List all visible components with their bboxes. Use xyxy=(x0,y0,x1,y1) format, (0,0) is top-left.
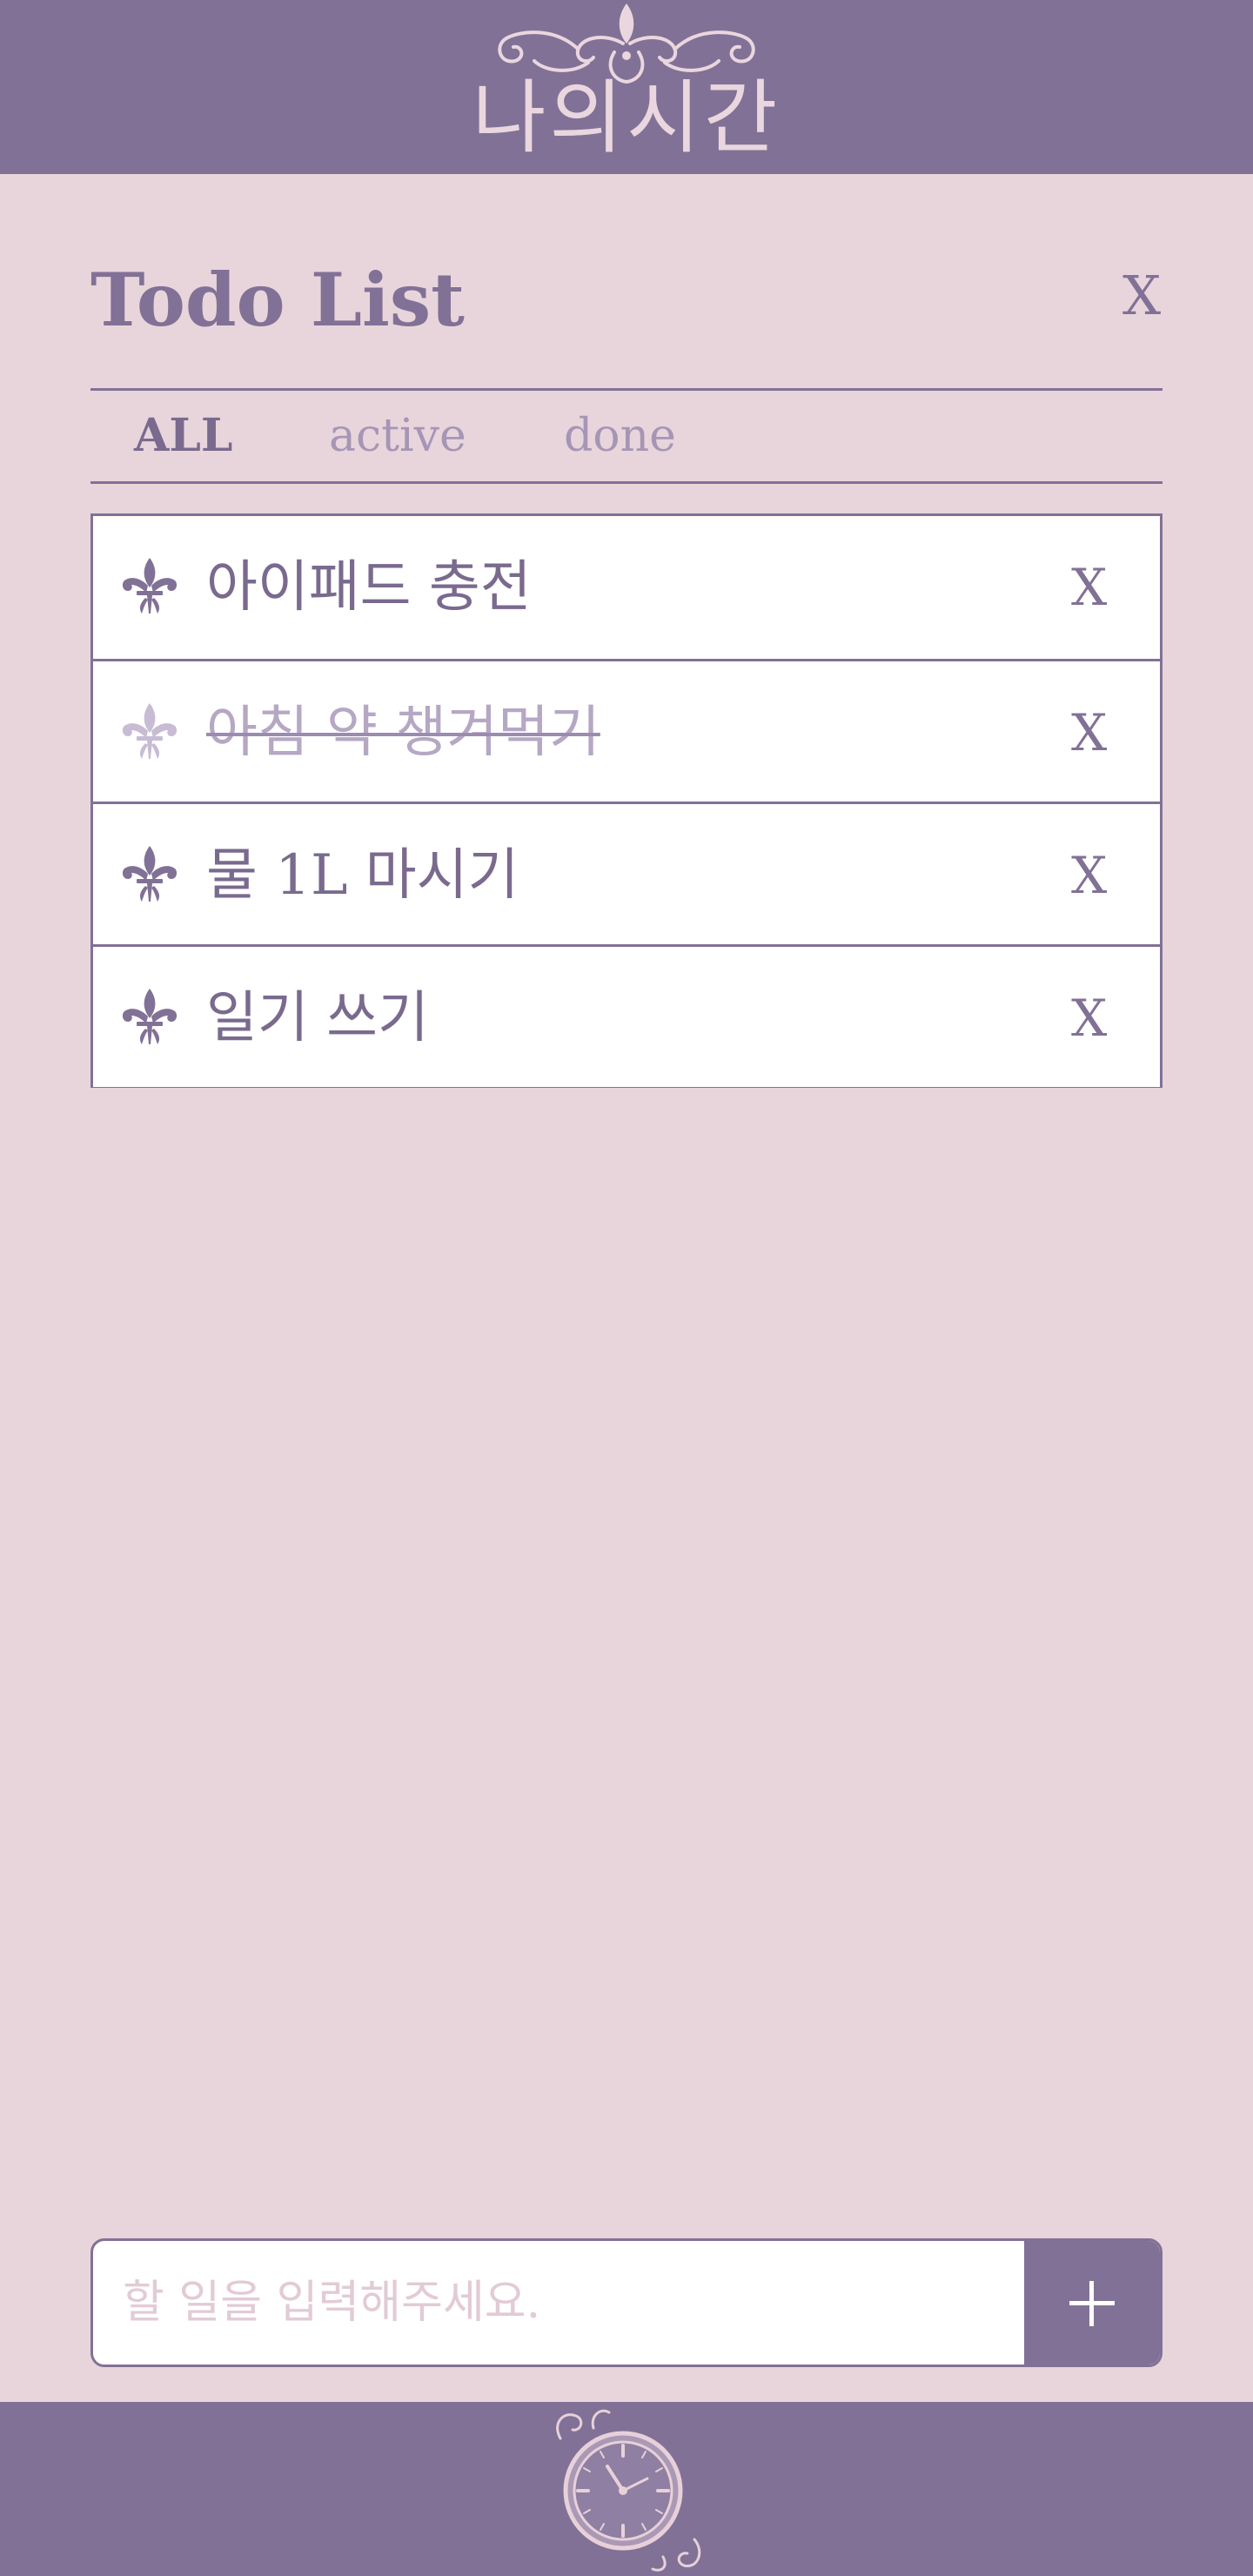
todo-input[interactable] xyxy=(93,2241,1022,2365)
page-title: Todo List xyxy=(90,257,465,343)
fleur-de-lis-icon[interactable] xyxy=(119,556,180,619)
delete-button[interactable]: X xyxy=(1071,700,1107,766)
delete-button[interactable]: X xyxy=(1071,985,1107,1051)
todo-text: 일기 쓰기 xyxy=(206,986,429,1050)
todo-item[interactable]: 아이패드 충전 X xyxy=(93,516,1160,659)
delete-button[interactable]: X xyxy=(1071,554,1107,621)
fleur-de-lis-icon[interactable] xyxy=(119,844,180,907)
tab-done[interactable]: done xyxy=(564,408,676,464)
todo-item[interactable]: 아침 약 챙겨먹기 X xyxy=(93,659,1160,802)
todo-text: 아침 약 챙겨먹기 xyxy=(206,701,600,765)
delete-button[interactable]: X xyxy=(1071,842,1107,909)
fleur-de-lis-icon[interactable] xyxy=(119,701,180,764)
todo-item[interactable]: 일기 쓰기 X xyxy=(93,944,1160,1087)
add-button[interactable] xyxy=(1024,2241,1160,2365)
fleur-de-lis-icon[interactable] xyxy=(119,987,180,1050)
ornate-clock-icon xyxy=(556,2409,701,2572)
todo-text: 물 1L 마시기 xyxy=(206,843,519,908)
todo-text: 아이패드 충전 xyxy=(206,555,532,620)
app-title: 나의시간 xyxy=(472,71,781,164)
tab-all[interactable]: ALL xyxy=(134,408,232,464)
todo-list: 아이패드 충전 X 아침 약 챙겨먹기 X 물 1L 마시기 X 일기 쓰기 X xyxy=(90,513,1163,1088)
todo-item[interactable]: 물 1L 마시기 X xyxy=(93,802,1160,944)
add-todo-form xyxy=(90,2238,1163,2367)
app-footer xyxy=(0,2402,1253,2576)
plus-icon xyxy=(1069,2281,1115,2326)
close-button[interactable]: X xyxy=(1122,261,1161,331)
filter-tabs: ALL active done xyxy=(90,388,1163,484)
tab-active[interactable]: active xyxy=(329,408,466,464)
app-header: 나의시간 xyxy=(0,0,1253,174)
